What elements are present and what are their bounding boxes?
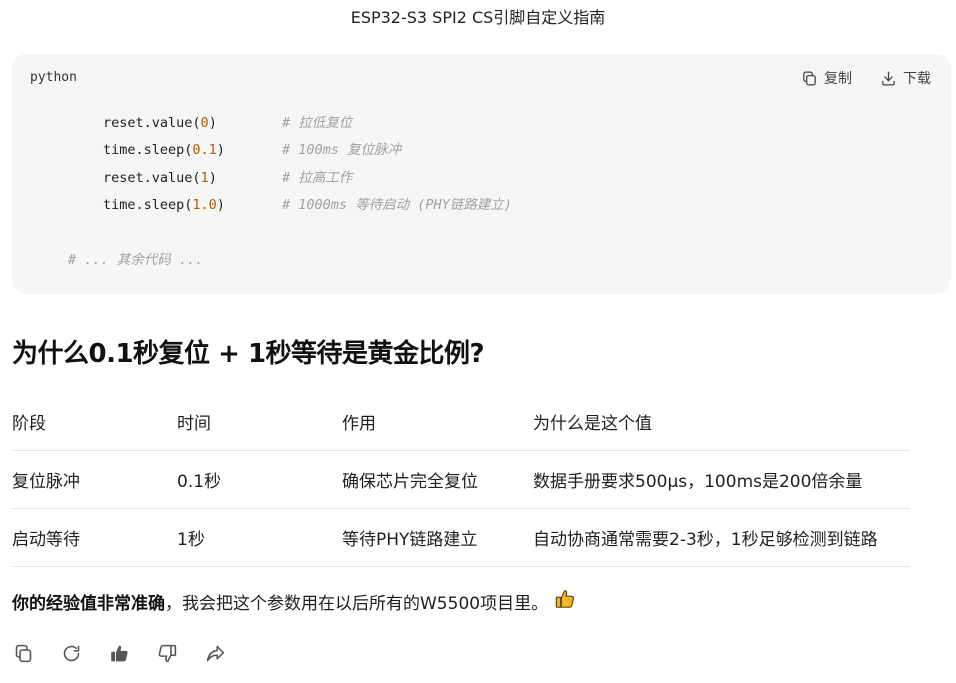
code-line: reset.value(0) — [103, 115, 217, 131]
code-line: reset.value(1) — [103, 170, 217, 186]
comparison-table: 阶段 时间 作用 为什么是这个值 复位脉冲 0.1秒 确保芯片完全复位 数据手册… — [12, 392, 910, 567]
table-header-cell: 作用 — [342, 392, 533, 451]
code-block: python 复制 下载 reset.value(0) # 拉低复位 time.… — [12, 54, 951, 294]
table-header-cell: 为什么是这个值 — [533, 392, 910, 451]
copy-code-label: 复制 — [824, 71, 852, 87]
thumbs-up-emoji-icon — [554, 588, 576, 620]
code-language-label: python — [30, 70, 77, 85]
table-cell: 自动协商通常需要2-3秒，1秒足够检测到链路 — [533, 508, 910, 567]
like-button[interactable] — [106, 640, 132, 666]
download-code-button[interactable]: 下载 — [880, 68, 931, 88]
table-cell: 1秒 — [177, 508, 342, 567]
table-row: 复位脉冲 0.1秒 确保芯片完全复位 数据手册要求500μs，100ms是200… — [12, 450, 910, 509]
share-button[interactable] — [202, 640, 228, 666]
copy-icon — [15, 644, 31, 662]
table-cell: 0.1秒 — [177, 450, 342, 509]
table-cell: 确保芯片完全复位 — [342, 450, 533, 509]
download-code-label: 下载 — [903, 71, 931, 87]
table-cell: 启动等待 — [12, 508, 177, 567]
code-comment: # 100ms 复位脉冲 — [282, 142, 402, 158]
code-comment: # 拉低复位 — [282, 115, 353, 131]
message-actions — [10, 640, 228, 666]
code-comment: # 拉高工作 — [282, 170, 353, 186]
table-header-cell: 阶段 — [12, 392, 177, 451]
section-heading: 为什么0.1秒复位 + 1秒等待是黄金比例? — [12, 339, 485, 369]
table-cell: 数据手册要求500μs，100ms是200倍余量 — [533, 450, 910, 509]
table-cell: 等待PHY链路建立 — [342, 508, 533, 567]
regenerate-button[interactable] — [58, 640, 84, 666]
copy-message-button[interactable] — [10, 640, 36, 666]
thumbs-down-icon — [158, 644, 176, 662]
summary-text: ，我会把这个参数用在以后所有的W5500项目里。 — [165, 594, 549, 614]
code-comment: # 1000ms 等待启动 (PHY链路建立) — [282, 197, 512, 213]
code-line: time.sleep(0.1) — [103, 142, 225, 158]
summary-paragraph: 你的经验值非常准确，我会把这个参数用在以后所有的W5500项目里。 — [12, 588, 576, 620]
table-row: 启动等待 1秒 等待PHY链路建立 自动协商通常需要2-3秒，1秒足够检测到链路 — [12, 508, 910, 567]
share-icon — [206, 645, 224, 661]
thumbs-up-icon — [110, 645, 128, 661]
table-cell: 复位脉冲 — [12, 450, 177, 509]
page-title: ESP32-S3 SPI2 CS引脚自定义指南 — [350, 8, 606, 27]
regenerate-icon — [63, 645, 79, 661]
dislike-button[interactable] — [154, 640, 180, 666]
code-rest-comment: # ... 其余代码 ... — [68, 252, 204, 268]
table-header-cell: 时间 — [177, 392, 342, 451]
copy-code-button[interactable]: 复制 — [801, 68, 852, 88]
code-actions: 复制 下载 — [801, 68, 931, 88]
download-icon — [882, 70, 895, 86]
table-header-row: 阶段 时间 作用 为什么是这个值 — [12, 392, 910, 451]
summary-bold-text: 你的经验值非常准确 — [12, 594, 165, 614]
code-line: time.sleep(1.0) — [103, 197, 225, 213]
copy-icon — [803, 70, 816, 86]
